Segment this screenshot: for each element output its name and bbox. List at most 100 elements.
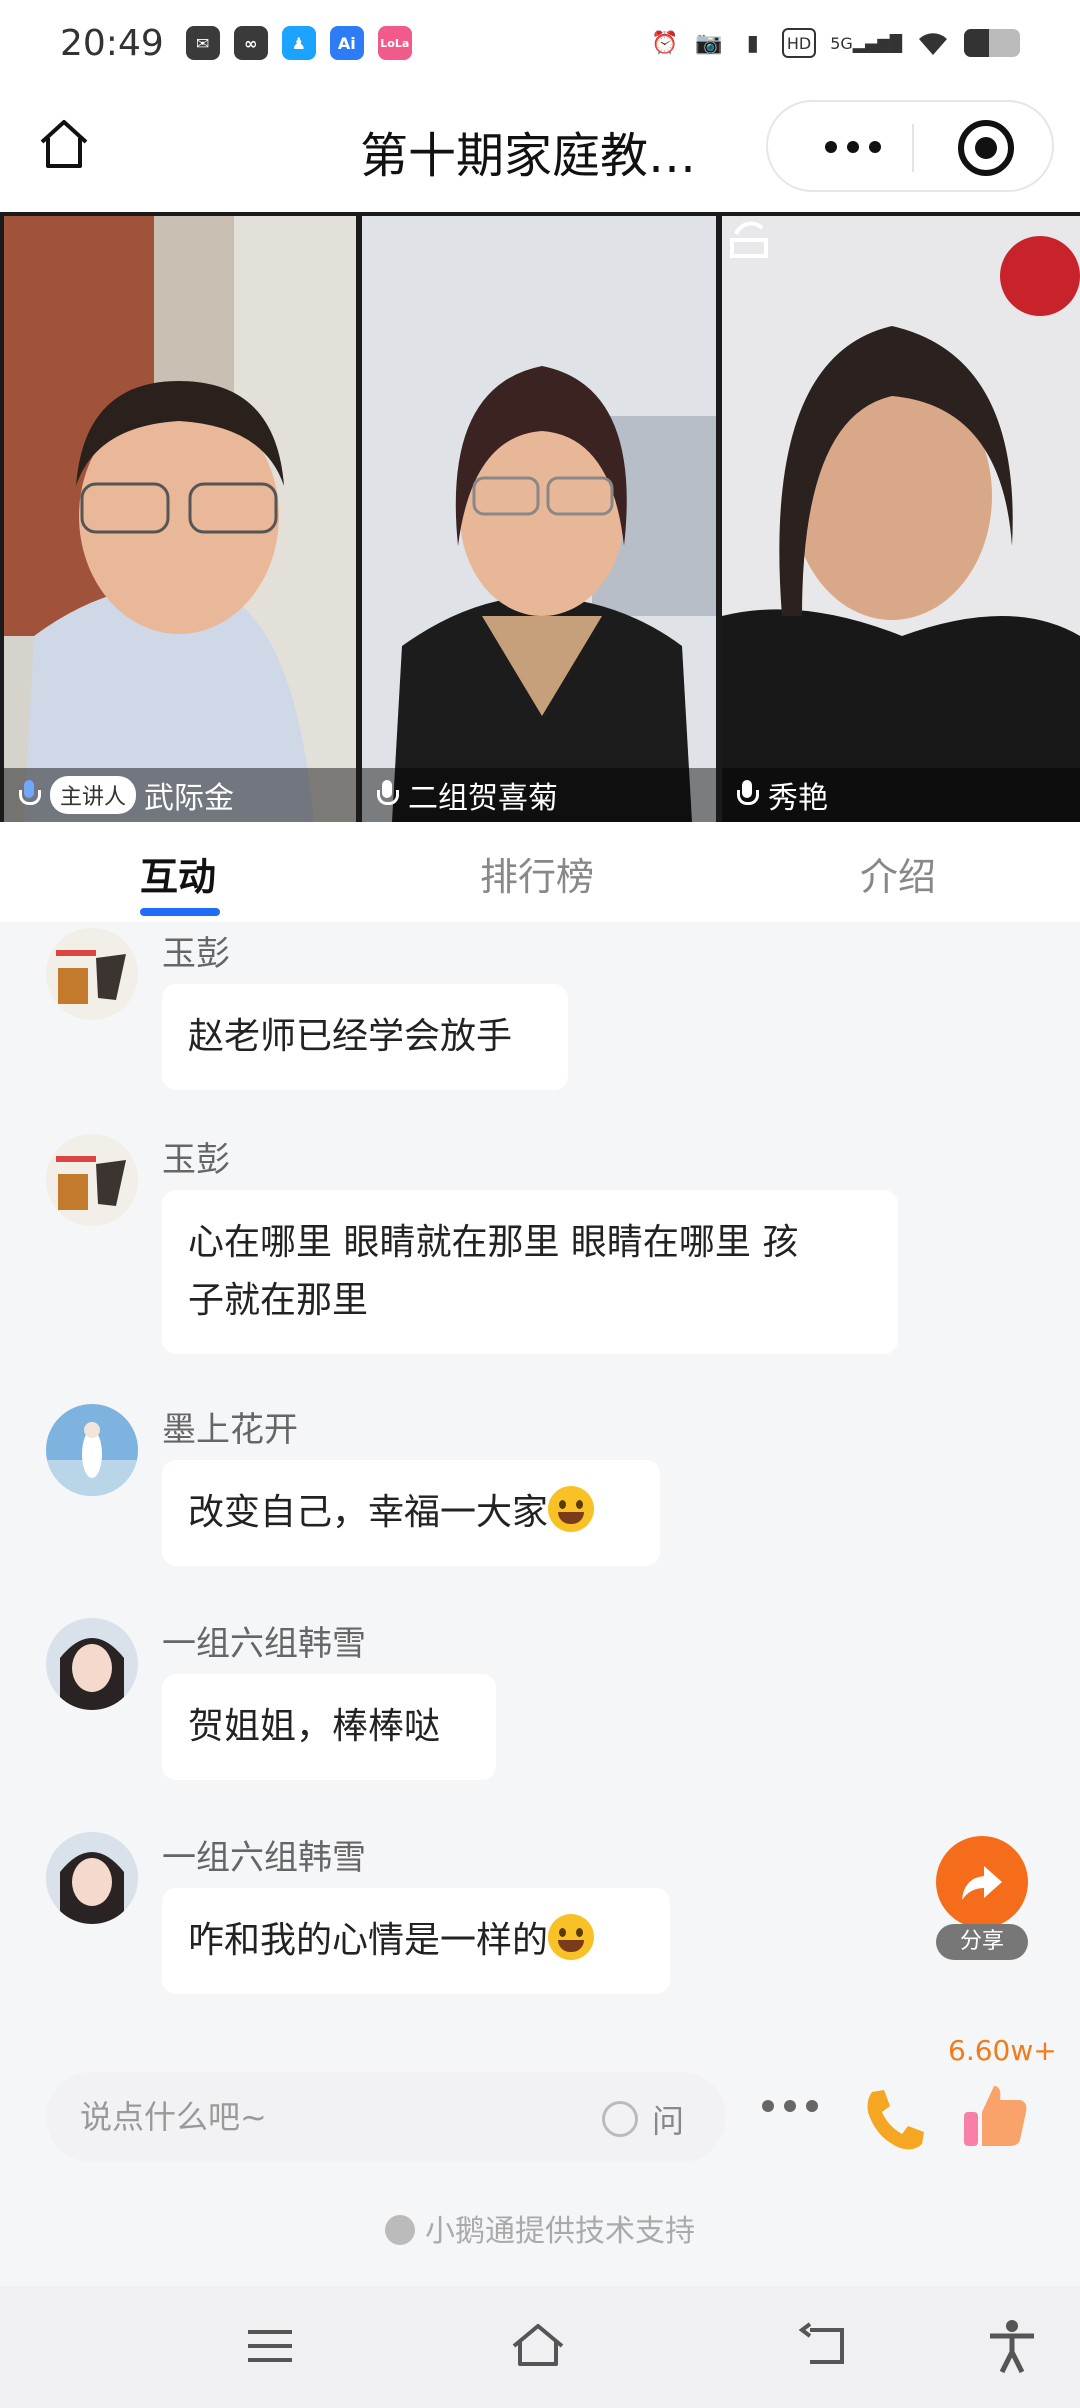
status-app-icons: ✉ ∞ ♟ Ai LoLa [185, 26, 412, 60]
link-app-icon: ∞ [233, 26, 268, 60]
xiaoe-logo-icon [385, 2215, 415, 2245]
sender-name: 玉彭 [162, 934, 230, 974]
host-badge: 主讲人 [50, 776, 137, 814]
status-time: 20:49 [60, 22, 164, 64]
more-menu-button[interactable] [808, 124, 898, 170]
share-label[interactable]: 分享 [936, 1924, 1028, 1960]
camera-icon: 📷 [695, 30, 723, 56]
home-button[interactable] [34, 114, 94, 174]
lola-app-icon: LoLa [377, 26, 412, 60]
message-text-line: 心在哪里 眼睛就在那里 眼睛在哪里 孩 [188, 1222, 799, 1263]
avatar[interactable] [46, 928, 138, 1020]
message-bubble[interactable]: 改变自己，幸福一大家 [162, 1460, 660, 1566]
mini-program-capsule [766, 100, 1054, 192]
powered-by: 小鹅通提供技术支持 [0, 2206, 1080, 2250]
signal-label: 5G [830, 33, 853, 53]
tab-bar: 互动 排行榜 介绍 [0, 822, 1080, 922]
tab-interaction[interactable]: 互动 [140, 846, 216, 901]
mic-muted-icon [734, 778, 760, 812]
share-button[interactable] [936, 1836, 1028, 1928]
dot-icon [825, 141, 837, 153]
participant-name: 武际金 [144, 781, 235, 816]
active-tab-indicator [140, 908, 220, 916]
host-video-frame [4, 216, 356, 822]
participant-name: 二组贺喜菊 [408, 781, 558, 816]
like-button[interactable] [960, 2076, 1032, 2152]
dot-icon [847, 141, 859, 153]
mic-icon [374, 778, 400, 812]
sender-name: 一组六组韩雪 [162, 1624, 366, 1664]
close-mini-program-button[interactable] [958, 120, 1014, 176]
signal-icon: 5G ▂▄▆█ [830, 33, 902, 53]
share-arrow-icon [962, 1866, 1002, 1900]
participant-video-frame [362, 216, 716, 822]
call-button[interactable] [858, 2082, 934, 2158]
accessibility-icon[interactable] [982, 2316, 1042, 2376]
system-nav-bar [0, 2286, 1080, 2408]
wifi-icon [916, 28, 950, 58]
phone-icon [867, 2090, 924, 2150]
page-title: 第十期家庭教… [360, 128, 697, 184]
alarm-icon: ⏰ [651, 30, 679, 56]
video-tile-caption: 主讲人 武际金 [4, 768, 356, 822]
smiling-emoji-icon [548, 1914, 595, 1960]
ask-radio-icon [602, 2101, 638, 2137]
participant-video-frame [722, 216, 1080, 822]
dot-icon [762, 2100, 774, 2112]
avatar[interactable] [46, 1134, 138, 1226]
avatar[interactable] [46, 1404, 138, 1496]
ask-question-toggle[interactable]: 问 [602, 2096, 684, 2142]
ai-app-icon: Ai [329, 26, 364, 60]
like-count: 6.60w+ [948, 2034, 1057, 2067]
rotate-screen-icon[interactable] [722, 216, 776, 270]
message-text: 咋和我的心情是一样的 [188, 1920, 549, 1961]
participant-name: 秀艳 [768, 781, 828, 816]
qq-app-icon: ♟ [281, 26, 316, 60]
menu-icon[interactable] [240, 2316, 300, 2376]
message-bubble[interactable]: 心在哪里 眼睛就在那里 眼睛在哪里 孩 子就在那里 [162, 1190, 898, 1354]
status-indicators: ⏰ 📷 ▮ HD 5G ▂▄▆█ [650, 28, 1020, 58]
dot-icon [869, 141, 881, 153]
tab-leaderboard[interactable]: 排行榜 [480, 846, 594, 901]
hd-icon: HD [781, 28, 817, 58]
ask-label: 问 [652, 2102, 685, 2140]
video-tile-caption: 二组贺喜菊 [362, 768, 716, 822]
grinning-emoji-icon [548, 1486, 595, 1532]
home-icon [40, 120, 88, 168]
video-grid: 主讲人 武际金 二组贺喜菊 秀艳 [0, 212, 1080, 822]
tab-introduction[interactable]: 介绍 [860, 846, 936, 901]
message-text: 赵老师已经学会放手 [188, 1016, 513, 1057]
video-tile-caption: 秀艳 [722, 768, 1080, 822]
vibrate-icon: ▮ [746, 30, 759, 56]
avatar[interactable] [46, 1832, 138, 1924]
title-bar: 第十期家庭教… [0, 86, 1080, 212]
back-nav-icon[interactable] [796, 2316, 856, 2376]
video-tile-host[interactable]: 主讲人 武际金 [4, 216, 356, 822]
message-bubble[interactable]: 贺姐姐，棒棒哒 [162, 1674, 496, 1780]
video-tile-participant[interactable]: 二组贺喜菊 [362, 216, 716, 822]
message-bubble[interactable]: 赵老师已经学会放手 [162, 984, 568, 1090]
home-nav-icon[interactable] [508, 2316, 568, 2376]
mic-icon [16, 778, 42, 812]
sender-name: 一组六组韩雪 [162, 1838, 366, 1878]
video-tile-participant[interactable]: 秀艳 [722, 216, 1080, 822]
message-text: 贺姐姐，棒棒哒 [188, 1706, 441, 1747]
more-actions-button[interactable] [762, 2100, 818, 2112]
input-area: 问 6.60w+ 小鹅通提供技术支持 [0, 2034, 1080, 2310]
dot-icon [806, 2100, 818, 2112]
thumbs-up-icon [982, 2086, 1027, 2146]
powered-by-text: 小鹅通提供技术支持 [425, 2214, 695, 2249]
comment-input[interactable] [80, 2090, 580, 2144]
sender-name: 玉彭 [162, 1140, 230, 1180]
message-bubble[interactable]: 咋和我的心情是一样的 [162, 1888, 670, 1994]
message-text-line: 子就在那里 [188, 1280, 369, 1321]
status-bar: 20:49 ✉ ∞ ♟ Ai LoLa ⏰ 📷 ▮ HD 5G ▂▄▆█ [0, 0, 1080, 86]
message-text: 改变自己，幸福一大家 [188, 1492, 549, 1533]
battery-icon [964, 29, 1020, 57]
message-app-icon: ✉ [185, 26, 220, 60]
comment-box: 问 [46, 2072, 726, 2162]
dot-icon [784, 2100, 796, 2112]
chat-list[interactable]: 玉彭 赵老师已经学会放手 玉彭 心在哪里 眼睛就在那里 眼睛在哪里 孩 子就在那… [0, 922, 1080, 2040]
sender-name: 墨上花开 [162, 1410, 298, 1450]
avatar[interactable] [46, 1618, 138, 1710]
